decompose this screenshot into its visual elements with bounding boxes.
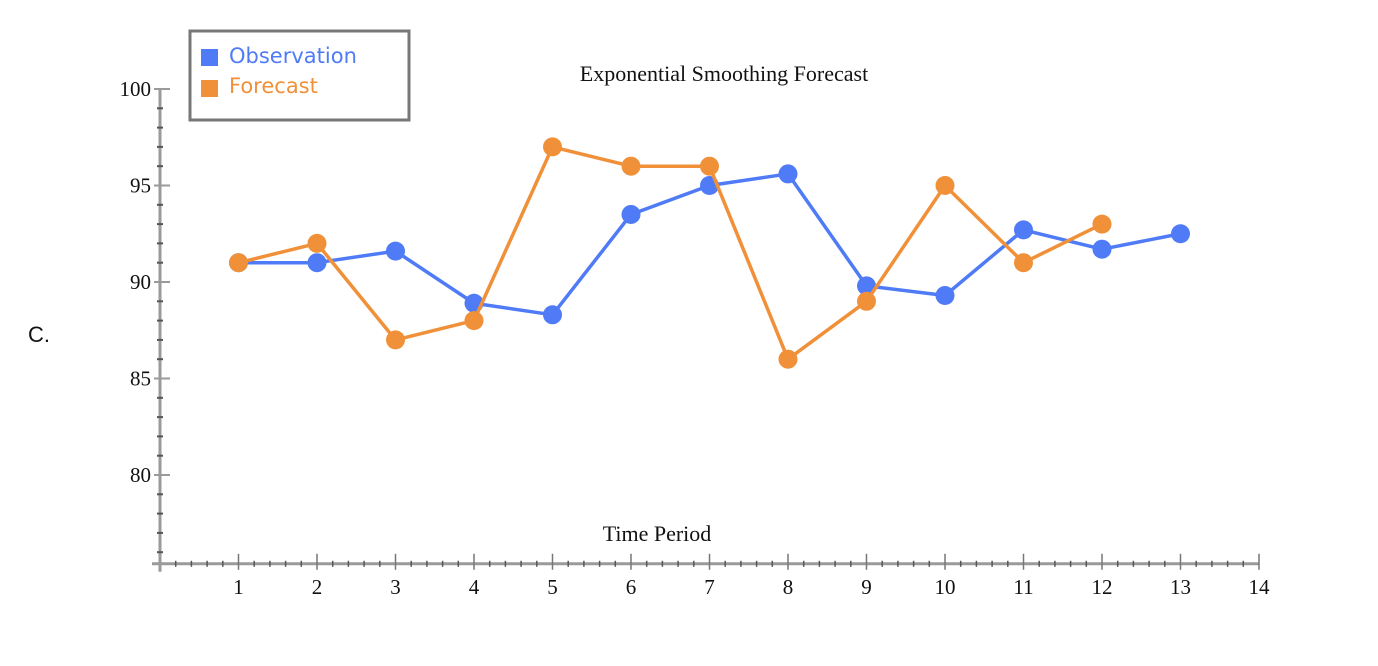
- x-axis-label: Time Period: [603, 521, 712, 546]
- x-tick-label: 5: [547, 575, 558, 599]
- data-point-forecast: [935, 176, 955, 195]
- x-tick-label: 14: [1249, 575, 1271, 599]
- x-tick-label: 12: [1092, 575, 1113, 599]
- data-point-observation: [935, 286, 955, 306]
- legend-swatch-observation: [201, 49, 218, 66]
- data-point-observation: [307, 253, 327, 273]
- x-tick-label: 3: [390, 575, 401, 599]
- legend-swatch-forecast: [201, 80, 218, 97]
- data-point-forecast: [1092, 214, 1112, 234]
- y-tick-label: 100: [120, 77, 152, 101]
- data-point-observation: [621, 204, 641, 224]
- x-tick-label: 2: [312, 575, 323, 599]
- series-layer: [229, 137, 1190, 369]
- data-point-forecast: [464, 311, 484, 331]
- legend: Observation Forecast: [188, 29, 411, 122]
- x-tick-label: 4: [469, 575, 480, 599]
- chart-title: Exponential Smoothing Forecast: [580, 61, 868, 86]
- data-point-forecast: [229, 253, 248, 273]
- data-point-observation: [1092, 239, 1112, 259]
- data-point-forecast: [1014, 253, 1033, 273]
- y-tick-label: 85: [130, 367, 151, 391]
- x-tick-label: 10: [935, 575, 956, 599]
- x-tick-label: 8: [783, 575, 794, 599]
- data-point-forecast: [857, 291, 876, 311]
- y-tick-label: 95: [130, 174, 151, 198]
- data-point-observation: [386, 241, 405, 261]
- data-point-forecast: [543, 137, 562, 157]
- x-tick-label: 6: [626, 575, 637, 599]
- x-tick-label: 9: [861, 575, 872, 599]
- x-tick-label: 7: [704, 575, 715, 599]
- x-tick-label: 1: [233, 575, 244, 599]
- data-point-observation: [543, 305, 562, 325]
- data-point-forecast: [700, 156, 719, 176]
- data-point-forecast: [778, 349, 798, 369]
- legend-label-observation: Observation: [229, 44, 357, 68]
- data-point-observation: [1014, 220, 1033, 240]
- line-chart: 808590951001 2 3 4 5 6 7 8 9 10 11 12 13 14 Exponenti…: [120, 29, 1271, 599]
- data-point-observation: [778, 164, 798, 184]
- x-tick-label: 11: [1013, 575, 1033, 599]
- x-tick-label: 13: [1170, 575, 1191, 599]
- y-tick-label: 80: [130, 463, 151, 487]
- data-point-forecast: [621, 156, 641, 176]
- series-line-observation: [238, 172, 1181, 317]
- legend-label-forecast: Forecast: [229, 74, 318, 98]
- data-point-observation: [1171, 224, 1190, 244]
- data-point-forecast: [307, 233, 327, 253]
- series-line-forecast: [238, 145, 1103, 361]
- y-tick-label: 90: [130, 270, 151, 294]
- data-point-forecast: [386, 330, 405, 350]
